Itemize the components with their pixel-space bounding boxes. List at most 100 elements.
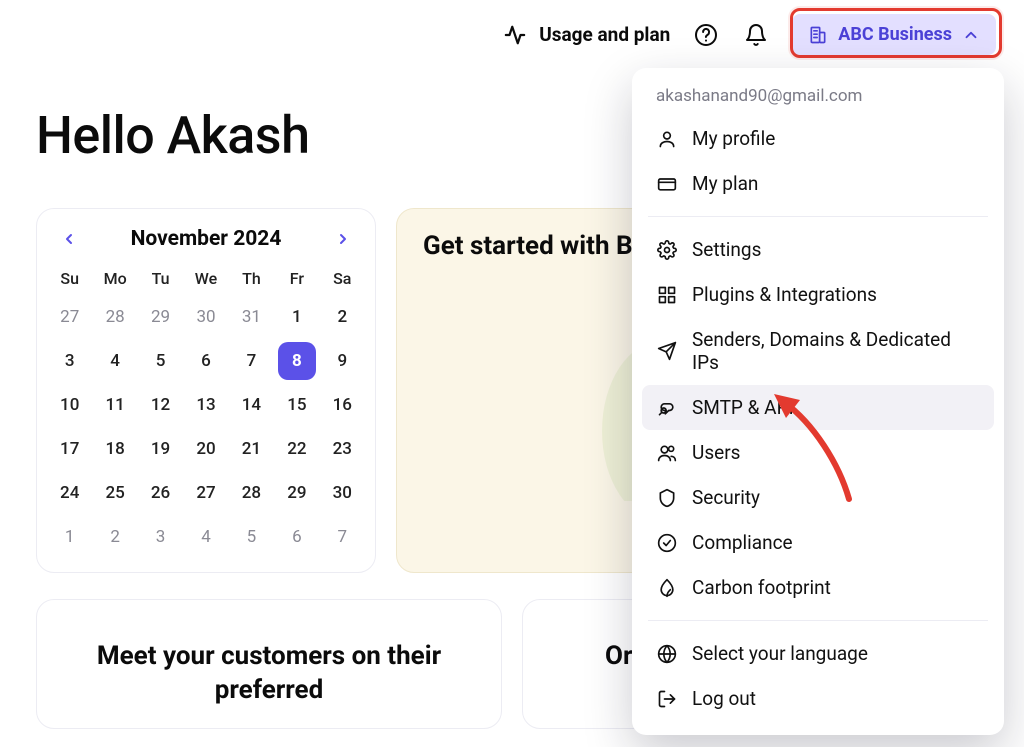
calendar-day[interactable]: 31	[229, 302, 274, 332]
calendar-day[interactable]: 3	[47, 346, 92, 376]
calendar-day[interactable]: 18	[92, 434, 137, 464]
dropdown-separator	[648, 620, 988, 621]
security-icon	[656, 487, 678, 509]
calendar-day[interactable]: 21	[229, 434, 274, 464]
calendar-day[interactable]: 8	[274, 346, 319, 376]
calendar-day[interactable]: 5	[138, 346, 183, 376]
dropdown-item-label: My profile	[692, 127, 775, 150]
calendar-day[interactable]: 9	[320, 346, 365, 376]
promo-card-1-title: Meet your customers on their preferred	[63, 640, 475, 708]
calendar-day[interactable]: 27	[47, 302, 92, 332]
dropdown-item-label: Compliance	[692, 531, 793, 554]
compliance-icon	[656, 532, 678, 554]
calendar-day[interactable]: 2	[92, 522, 137, 552]
calendar-day[interactable]: 29	[138, 302, 183, 332]
calendar-day[interactable]: 14	[229, 390, 274, 420]
dropdown-item-label: Plugins & Integrations	[692, 283, 877, 306]
calendar-day[interactable]: 6	[183, 346, 228, 376]
calendar-day[interactable]: 3	[138, 522, 183, 552]
calendar-day[interactable]: 25	[92, 478, 137, 508]
calendar-day[interactable]: 2	[320, 302, 365, 332]
my-plan-icon	[656, 173, 678, 195]
calendar-day[interactable]: 6	[274, 522, 319, 552]
my-profile-icon	[656, 128, 678, 150]
calendar-day[interactable]: 5	[229, 522, 274, 552]
calendar-day[interactable]: 10	[47, 390, 92, 420]
calendar-day[interactable]: 7	[320, 522, 365, 552]
calendar-day[interactable]: 27	[183, 478, 228, 508]
calendar-day[interactable]: 26	[138, 478, 183, 508]
dropdown-item-plugins-integrations[interactable]: Plugins & Integrations	[642, 272, 994, 317]
carbon-footprint-icon	[656, 577, 678, 599]
promo-card-1[interactable]: Meet your customers on their preferred	[36, 599, 502, 729]
dropdown-item-label: Settings	[692, 238, 761, 261]
dropdown-item-label: My plan	[692, 172, 758, 195]
dropdown-item-compliance[interactable]: Compliance	[642, 520, 994, 565]
calendar-day[interactable]: 12	[138, 390, 183, 420]
settings-icon	[656, 239, 678, 261]
dropdown-item-carbon-footprint[interactable]: Carbon footprint	[642, 565, 994, 610]
dropdown-item-label: Carbon footprint	[692, 576, 831, 599]
usage-and-plan-label: Usage and plan	[539, 23, 670, 46]
calendar-day[interactable]: 4	[92, 346, 137, 376]
dropdown-item-label: Log out	[692, 687, 756, 710]
dropdown-item-label: Senders, Domains & Dedicated IPs	[692, 328, 980, 374]
calendar-day[interactable]: 11	[92, 390, 137, 420]
calendar-dow: Th	[229, 269, 274, 288]
help-button[interactable]	[692, 21, 720, 49]
dropdown-item-security[interactable]: Security	[642, 475, 994, 520]
org-name: ABC Business	[838, 24, 952, 45]
dropdown-item-settings[interactable]: Settings	[642, 227, 994, 272]
calendar-day[interactable]: 28	[229, 478, 274, 508]
calendar-dow: We	[183, 269, 228, 288]
notifications-button[interactable]	[742, 21, 770, 49]
calendar-day[interactable]: 23	[320, 434, 365, 464]
calendar-day[interactable]: 19	[138, 434, 183, 464]
calendar-prev[interactable]	[57, 227, 81, 251]
dropdown-item-my-profile[interactable]: My profile	[642, 116, 994, 161]
org-switcher[interactable]: ABC Business	[792, 14, 996, 55]
calendar-day[interactable]: 16	[320, 390, 365, 420]
calendar-grid: SuMoTuWeThFrSa27282930311234567891011121…	[41, 259, 371, 552]
calendar-day[interactable]: 4	[183, 522, 228, 552]
calendar-day[interactable]: 29	[274, 478, 319, 508]
dropdown-item-log-out[interactable]: Log out	[642, 676, 994, 721]
calendar-day[interactable]: 24	[47, 478, 92, 508]
calendar-dow: Fr	[274, 269, 319, 288]
calendar-title: November 2024	[131, 227, 282, 251]
dropdown-email: akashanand90@gmail.com	[642, 84, 994, 116]
dropdown-item-senders-domains-dedicated-ips[interactable]: Senders, Domains & Dedicated IPs	[642, 317, 994, 385]
dropdown-item-my-plan[interactable]: My plan	[642, 161, 994, 206]
calendar-day[interactable]: 22	[274, 434, 319, 464]
dropdown-item-label: SMTP & API	[692, 396, 794, 419]
calendar-day[interactable]: 1	[47, 522, 92, 552]
calendar-day[interactable]: 20	[183, 434, 228, 464]
calendar-next[interactable]	[331, 227, 355, 251]
dropdown-item-label: Users	[692, 441, 740, 464]
calendar-day[interactable]: 13	[183, 390, 228, 420]
calendar-dow: Su	[47, 269, 92, 288]
activity-icon	[501, 21, 529, 49]
calendar-dow: Sa	[320, 269, 365, 288]
smtp-api-icon	[656, 397, 678, 419]
calendar-day[interactable]: 15	[274, 390, 319, 420]
dropdown-item-select-your-language[interactable]: Select your language	[642, 631, 994, 676]
log-out-icon	[656, 688, 678, 710]
calendar-day[interactable]: 30	[183, 302, 228, 332]
plugins-integrations-icon	[656, 284, 678, 306]
account-dropdown: akashanand90@gmail.com My profile My plan…	[632, 68, 1004, 735]
users-icon	[656, 442, 678, 464]
calendar-day[interactable]: 30	[320, 478, 365, 508]
dropdown-item-smtp-api[interactable]: SMTP & API	[642, 385, 994, 430]
usage-and-plan-link[interactable]: Usage and plan	[501, 21, 670, 49]
dropdown-item-users[interactable]: Users	[642, 430, 994, 475]
calendar-day[interactable]: 17	[47, 434, 92, 464]
calendar-day[interactable]: 28	[92, 302, 137, 332]
calendar-dow: Mo	[92, 269, 137, 288]
chevron-up-icon	[962, 26, 980, 44]
dropdown-item-label: Security	[692, 486, 760, 509]
calendar-dow: Tu	[138, 269, 183, 288]
calendar-day[interactable]: 7	[229, 346, 274, 376]
calendar-day[interactable]: 1	[274, 302, 319, 332]
select-your-language-icon	[656, 643, 678, 665]
